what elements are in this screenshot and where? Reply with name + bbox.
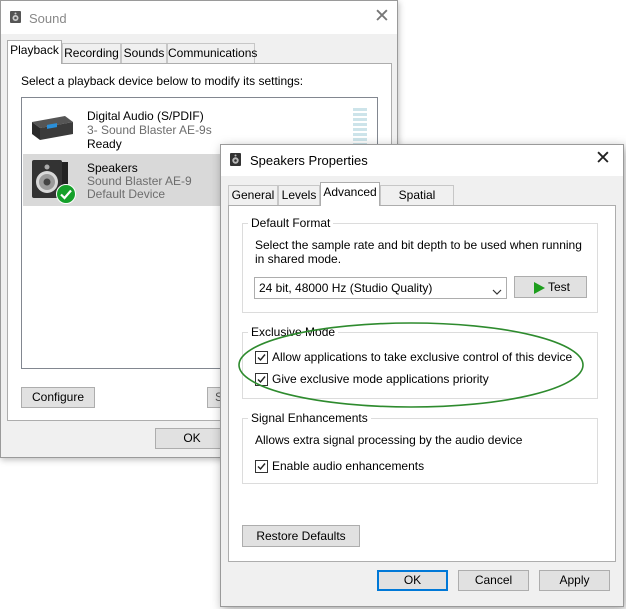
tab-playback[interactable]: Playback: [7, 40, 62, 64]
test-label: Test: [548, 280, 571, 294]
props-window-title: Speakers Properties: [250, 153, 368, 168]
sound-window-title: Sound: [29, 11, 67, 26]
allow-exclusive-label[interactable]: Allow applications to take exclusive con…: [272, 350, 572, 365]
sound-app-icon: [9, 10, 23, 24]
default-format-description: Select the sample rate and bit depth to …: [255, 238, 582, 252]
tab-general[interactable]: General: [228, 185, 278, 206]
format-select[interactable]: 24 bit, 48000 Hz (Studio Quality): [254, 277, 507, 299]
default-format-label: Default Format: [248, 216, 334, 230]
exclusive-priority-label[interactable]: Give exclusive mode applications priorit…: [272, 372, 489, 387]
tab-recording[interactable]: Recording: [62, 43, 121, 64]
enable-enhancements-checkbox[interactable]: [255, 460, 268, 473]
chevron-down-icon: [492, 285, 502, 295]
signal-enhancements-description: Allows extra signal processing by the au…: [255, 433, 523, 447]
device-name: Speakers: [87, 161, 138, 175]
props-ok-button[interactable]: OK: [377, 570, 448, 591]
default-format-description-2: in shared mode.: [255, 252, 342, 266]
device-driver: Sound Blaster AE-9: [87, 174, 192, 188]
device-status: Ready: [87, 137, 122, 151]
sound-titlebar[interactable]: Sound ✕: [1, 1, 397, 34]
default-check-icon: [56, 184, 76, 204]
device-status: Default Device: [87, 187, 166, 201]
format-selected-value: 24 bit, 48000 Hz (Studio Quality): [259, 281, 433, 295]
default-format-group: [242, 223, 598, 313]
signal-enhancements-group: [242, 418, 598, 484]
sound-close-icon[interactable]: ✕: [367, 6, 397, 30]
exclusive-mode-group: [242, 332, 598, 399]
device-driver: 3- Sound Blaster AE-9s: [87, 123, 212, 137]
tab-levels[interactable]: Levels: [278, 185, 320, 206]
exclusive-mode-label: Exclusive Mode: [248, 325, 339, 339]
props-cancel-button[interactable]: Cancel: [458, 570, 529, 591]
device-name: Digital Audio (S/PDIF): [87, 109, 204, 123]
tab-communications[interactable]: Communications: [167, 43, 257, 64]
signal-enhancements-label: Signal Enhancements: [248, 411, 371, 425]
speaker-app-icon: [229, 152, 243, 167]
allow-exclusive-checkbox[interactable]: [255, 351, 268, 364]
tab-sounds[interactable]: Sounds: [121, 43, 167, 64]
enable-enhancements-label[interactable]: Enable audio enhancements: [272, 459, 424, 474]
spdif-device-icon: [29, 110, 75, 144]
exclusive-priority-checkbox[interactable]: [255, 373, 268, 386]
sound-ok-button[interactable]: OK: [155, 428, 229, 449]
tab-advanced[interactable]: Advanced: [320, 182, 380, 206]
props-close-icon[interactable]: ✕: [588, 148, 618, 172]
restore-defaults-button[interactable]: Restore Defaults: [242, 525, 360, 547]
props-apply-button[interactable]: Apply: [539, 570, 610, 591]
test-button[interactable]: Test: [514, 276, 587, 298]
play-icon: [534, 281, 545, 294]
tab-spatial-sound[interactable]: Spatial sound: [380, 185, 454, 221]
configure-button[interactable]: Configure: [21, 387, 95, 408]
playback-instruction: Select a playback device below to modify…: [21, 74, 304, 88]
